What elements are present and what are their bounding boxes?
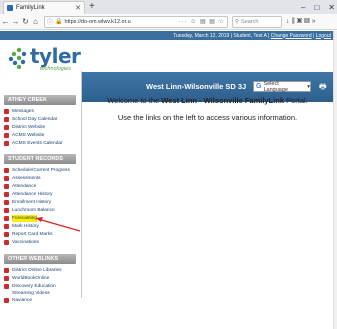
search-icon: ⚲ — [235, 18, 240, 25]
sidebar-nav: ATHEY CREEK Messages School Day Calendar… — [0, 71, 82, 303]
site-favicon-icon — [7, 5, 13, 11]
tab-title: FamilyLink — [16, 5, 45, 11]
date-user-text: Tuesday, March 12, 2019 | Student, Test … — [173, 32, 270, 39]
reload-icon[interactable]: ↻ — [21, 17, 30, 26]
address-bar-icons[interactable]: ··· ☺ ▤ ▤ ☆ — [178, 18, 225, 25]
logo-word: tyler — [30, 44, 81, 68]
logo-dots-icon — [8, 47, 27, 69]
url-text[interactable]: https://do-om.wlwv.k12.or.u — [65, 19, 131, 25]
minimize-icon[interactable]: – — [301, 3, 305, 12]
logo-area: tyler technologies — [0, 40, 333, 72]
nav-item-naviance[interactable]: Naviance — [4, 297, 32, 305]
browser-nav-bar: ← → ↻ ⌂ ⓘ 🔒 https://do-om.wlwv.k12.or.u … — [0, 14, 337, 30]
logout-link[interactable]: Logout — [316, 33, 331, 39]
main-content: Welcome to the West Linn - Wilsonville F… — [82, 71, 333, 298]
annotation-arrow-icon — [36, 217, 81, 232]
maximize-icon[interactable]: □ — [314, 3, 319, 12]
home-icon[interactable]: ⌂ — [31, 17, 40, 26]
user-info-strip: Tuesday, March 12, 2019 | Student, Test … — [0, 31, 333, 40]
page-scrollbar[interactable] — [333, 31, 337, 329]
window-controls: – □ ✕ — [301, 0, 335, 14]
change-password-link[interactable]: Change Password — [271, 33, 312, 39]
toolbar-icons[interactable]: ↓ ⫼ ▣ ▤ » — [286, 18, 316, 26]
address-bar[interactable]: ⓘ 🔒 https://do-om.wlwv.k12.or.u ··· ☺ ▤ … — [44, 15, 228, 28]
welcome-message: Welcome to the West Linn - Wilsonville F… — [82, 96, 333, 105]
close-window-icon[interactable]: ✕ — [328, 3, 335, 12]
back-icon[interactable]: ← — [1, 17, 10, 26]
lock-icon: 🔒 — [55, 19, 63, 25]
search-input[interactable]: ⚲ Search — [232, 15, 282, 28]
instructions-text: Use the links on the left to access vari… — [117, 113, 298, 122]
close-tab-icon[interactable]: ✕ — [75, 4, 81, 12]
welcome-portal-name: West Linn - Wilsonville FamilyLink — [161, 96, 285, 105]
info-icon[interactable]: ⓘ — [47, 17, 53, 26]
bullet-icon — [4, 298, 9, 303]
search-placeholder: Search — [241, 18, 259, 25]
welcome-prefix: Welcome to the — [107, 96, 162, 105]
browser-tab-bar: FamilyLink ✕ + – □ ✕ — [0, 0, 337, 14]
welcome-suffix: Portal. — [284, 96, 308, 105]
browser-tab[interactable]: FamilyLink ✕ — [3, 1, 85, 14]
forward-icon[interactable]: → — [11, 17, 20, 26]
new-tab-icon[interactable]: + — [89, 1, 95, 13]
